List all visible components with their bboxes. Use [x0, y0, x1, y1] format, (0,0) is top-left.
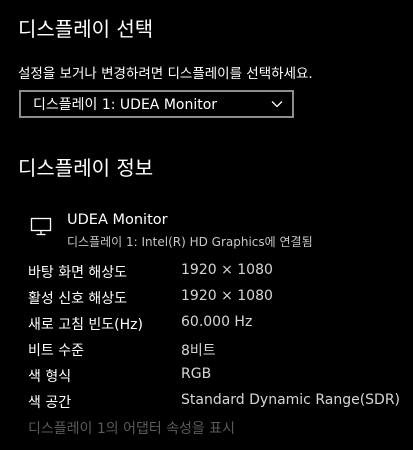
- active-signal-resolution-value: 1920 × 1080: [181, 288, 273, 304]
- monitor-connection: 디스플레이 1: Intel(R) HD Graphics에 연결됨: [67, 235, 313, 249]
- adapter-properties-link[interactable]: 디스플레이 1의 어댑터 속성을 표시: [28, 418, 235, 438]
- monitor-icon: [30, 217, 52, 236]
- color-space-label: 색 공간: [28, 395, 72, 411]
- monitor-name: UDEA Monitor: [67, 212, 168, 228]
- bit-depth-value: 8비트: [181, 343, 216, 359]
- desktop-resolution-value: 1920 × 1080: [181, 262, 273, 278]
- bit-depth-label: 비트 수준: [28, 343, 84, 359]
- display-select-value: 디스플레이 1: UDEA Monitor: [33, 97, 218, 113]
- refresh-rate-value: 60.000 Hz: [181, 314, 253, 330]
- select-display-heading: 디스플레이 선택: [18, 17, 154, 41]
- color-space-value: Standard Dynamic Range(SDR): [181, 392, 401, 408]
- active-signal-resolution-label: 활성 신호 해상도: [28, 291, 128, 307]
- select-display-description: 설정을 보거나 변경하려면 디스플레이를 선택하세요.: [18, 66, 313, 82]
- refresh-rate-label: 새로 고침 빈도(Hz): [28, 317, 143, 333]
- color-format-value: RGB: [181, 366, 212, 382]
- color-format-label: 색 형식: [28, 369, 72, 385]
- chevron-down-icon: [271, 101, 283, 108]
- desktop-resolution-label: 바탕 화면 해상도: [28, 265, 128, 281]
- display-info-heading: 디스플레이 정보: [18, 156, 154, 180]
- display-select-dropdown[interactable]: 디스플레이 1: UDEA Monitor: [19, 90, 294, 118]
